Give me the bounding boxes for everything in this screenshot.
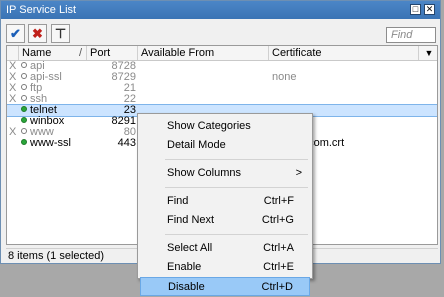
service-name: api xyxy=(30,61,45,72)
menu-item-label: Disable xyxy=(168,281,205,293)
sort-indicator-icon: / xyxy=(78,47,82,59)
service-name: winbox xyxy=(30,116,65,127)
service-name-cell: www-ssl xyxy=(21,138,87,149)
certificate-cell xyxy=(272,83,417,94)
column-header-certificate[interactable]: Certificate xyxy=(269,46,419,60)
menu-item-label: Find xyxy=(167,195,189,207)
service-status-icon xyxy=(21,106,27,112)
port-cell: 22 xyxy=(123,94,136,105)
column-header-name-label: Name xyxy=(22,47,52,59)
disabled-flag xyxy=(9,138,19,149)
table-row[interactable]: Xftp 21 xyxy=(7,83,437,94)
service-name-cell: api xyxy=(21,61,87,72)
table-row[interactable]: Xapi 8728 xyxy=(7,61,437,72)
menu-item-find-next[interactable]: Find Next Ctrl+G xyxy=(140,211,310,230)
available-from-cell xyxy=(141,94,267,105)
disabled-flag: X xyxy=(9,83,17,94)
window-title: IP Service List xyxy=(6,4,77,16)
menu-separator xyxy=(165,187,308,188)
service-name: api-ssl xyxy=(30,72,62,83)
service-name-cell: api-ssl xyxy=(21,72,87,83)
service-name: ssh xyxy=(30,94,48,105)
flag-column-header[interactable] xyxy=(7,46,19,60)
disabled-flag: X xyxy=(9,127,17,138)
port-cell: 21 xyxy=(123,83,136,94)
port-cell: 23 xyxy=(123,105,136,116)
menu-item-label: Find Next xyxy=(167,214,215,226)
port-cell: 80 xyxy=(123,127,136,138)
menu-item-select-all[interactable]: Select All Ctrl+A xyxy=(140,239,310,258)
close-button[interactable]: ✕ xyxy=(424,4,435,15)
menu-item-shortcut: Ctrl+G xyxy=(261,214,294,226)
table-header: Name / Port Available From Certificate ▼ xyxy=(7,46,437,61)
toolbar: ✔ ✖ ⊤ Find xyxy=(1,21,440,45)
menu-item-label: Select All xyxy=(167,242,213,254)
chevron-down-icon: ▼ xyxy=(424,48,434,58)
checkmark-icon: ✔ xyxy=(10,26,21,41)
table-row[interactable]: Xssh 22 xyxy=(7,94,437,105)
menu-item-shortcut: Ctrl+D xyxy=(261,281,293,293)
column-header-name[interactable]: Name / xyxy=(19,46,87,60)
port-cell: 8729 xyxy=(111,72,136,83)
filter-icon: ⊤ xyxy=(54,26,67,41)
service-status-icon xyxy=(21,139,27,145)
menu-item-label: Show Columns xyxy=(167,167,241,179)
certificate-cell xyxy=(272,61,417,72)
menu-item-enable[interactable]: Enable Ctrl+E xyxy=(140,258,310,277)
menu-item-detail-mode[interactable]: Detail Mode xyxy=(140,136,310,155)
column-header-port[interactable]: Port xyxy=(87,46,138,60)
table-row[interactable]: Xapi-ssl 8729 none xyxy=(7,72,437,83)
menu-item-shortcut: Ctrl+E xyxy=(263,261,294,273)
certificate-cell: none xyxy=(272,72,297,83)
disabled-flag xyxy=(9,105,19,116)
column-menu-dropdown[interactable]: ▼ xyxy=(419,46,437,60)
service-name: telnet xyxy=(30,105,57,116)
port-cell: 8291 xyxy=(111,116,136,127)
available-from-cell xyxy=(141,83,267,94)
menu-separator xyxy=(165,234,308,235)
service-status-icon xyxy=(21,128,27,134)
service-name-cell: telnet xyxy=(21,105,87,116)
menu-item-shortcut: Ctrl+A xyxy=(263,242,294,254)
available-from-cell xyxy=(141,72,267,83)
disabled-flag xyxy=(9,116,19,127)
service-name-cell: www xyxy=(21,127,87,138)
menu-separator xyxy=(165,159,308,160)
certificate-cell xyxy=(272,94,417,105)
service-name-cell: ftp xyxy=(21,83,87,94)
title-bar[interactable]: IP Service List □ ✕ xyxy=(1,1,440,19)
column-header-available-from[interactable]: Available From xyxy=(138,46,269,60)
chevron-right-icon: > xyxy=(295,167,302,179)
service-name: www-ssl xyxy=(30,138,71,149)
disabled-flag: X xyxy=(9,72,17,83)
menu-item-label: Enable xyxy=(167,261,202,273)
port-cell: 8728 xyxy=(111,61,136,72)
service-status-icon xyxy=(21,62,27,68)
port-cell: 443 xyxy=(117,138,136,149)
enable-button[interactable]: ✔ xyxy=(6,24,25,43)
context-menu: Show Categories Detail Mode Show Columns > F… xyxy=(137,113,313,296)
restore-button[interactable]: □ xyxy=(410,4,421,15)
menu-item-show-columns[interactable]: Show Columns > xyxy=(140,164,310,183)
available-from-cell xyxy=(141,61,267,72)
service-status-icon xyxy=(21,73,27,79)
menu-item-find[interactable]: Find Ctrl+F xyxy=(140,192,310,211)
menu-item-label: Detail Mode xyxy=(167,139,226,151)
service-name-cell: winbox xyxy=(21,116,87,127)
cross-icon: ✖ xyxy=(32,26,43,41)
service-status-icon xyxy=(21,117,27,123)
disabled-flag: X xyxy=(9,61,17,72)
service-name-cell: ssh xyxy=(21,94,87,105)
filter-button[interactable]: ⊤ xyxy=(51,24,70,43)
menu-item-show-categories[interactable]: Show Categories xyxy=(140,117,310,136)
service-status-icon xyxy=(21,84,27,90)
service-name: www xyxy=(30,127,54,138)
find-input[interactable]: Find xyxy=(386,27,436,43)
menu-item-label: Show Categories xyxy=(167,120,251,132)
service-status-icon xyxy=(21,95,27,101)
service-name: ftp xyxy=(30,83,43,94)
disable-button[interactable]: ✖ xyxy=(28,24,47,43)
disabled-flag: X xyxy=(9,94,17,105)
menu-item-shortcut: Ctrl+F xyxy=(263,195,294,207)
